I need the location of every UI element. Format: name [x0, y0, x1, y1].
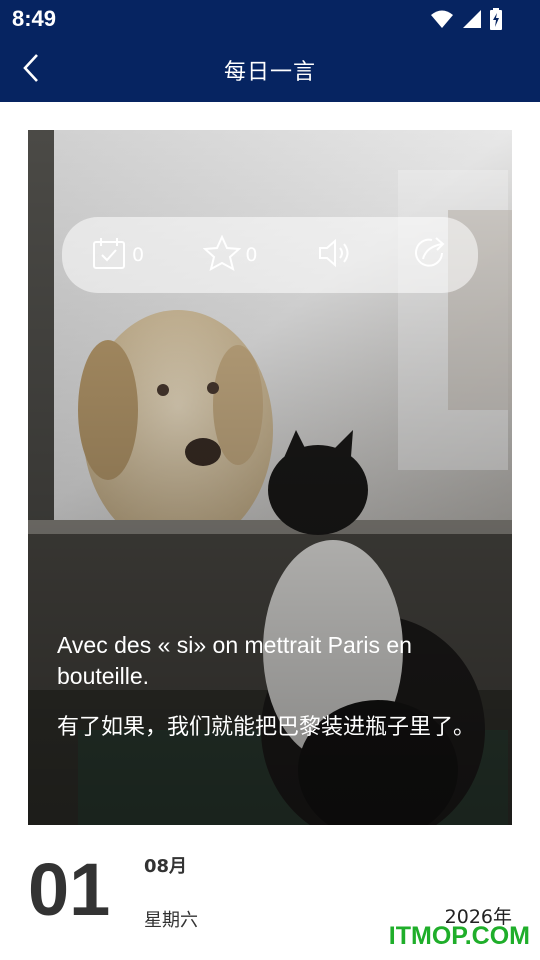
- share-button[interactable]: [412, 235, 448, 275]
- action-bar: 0 0: [62, 217, 478, 293]
- checkin-button[interactable]: 0: [92, 236, 144, 274]
- star-icon: [202, 234, 242, 275]
- date-day: 01: [28, 848, 111, 931]
- app-bar: 每日一言: [0, 38, 540, 102]
- calendar-check-icon: [92, 236, 128, 274]
- status-icons: [430, 8, 502, 34]
- checkin-count: 0: [132, 244, 145, 266]
- favorite-button[interactable]: 0: [202, 234, 258, 275]
- quote-french: Avec des « si» on mettrait Paris en bout…: [57, 632, 412, 689]
- speaker-icon: [317, 237, 353, 273]
- favorite-count: 0: [245, 244, 258, 266]
- watermark: ITMOP.COM: [388, 922, 530, 950]
- status-bar: 8:49: [0, 0, 540, 38]
- quote-chinese: 有了如果，我们就能把巴黎装进瓶子里了。: [57, 715, 476, 740]
- status-time: 8:49: [12, 6, 57, 31]
- audio-button[interactable]: [317, 237, 353, 273]
- date-weekday: 星期六: [144, 910, 198, 931]
- page-title: 每日一言: [223, 60, 316, 85]
- quote-card: 0 0 Avec des « si» on mettrait Paris en …: [28, 130, 512, 825]
- signal-icon: [462, 9, 482, 33]
- share-icon: [412, 235, 448, 275]
- battery-icon: [490, 8, 502, 34]
- wifi-icon: [430, 9, 454, 33]
- date-month: 08月: [144, 856, 188, 877]
